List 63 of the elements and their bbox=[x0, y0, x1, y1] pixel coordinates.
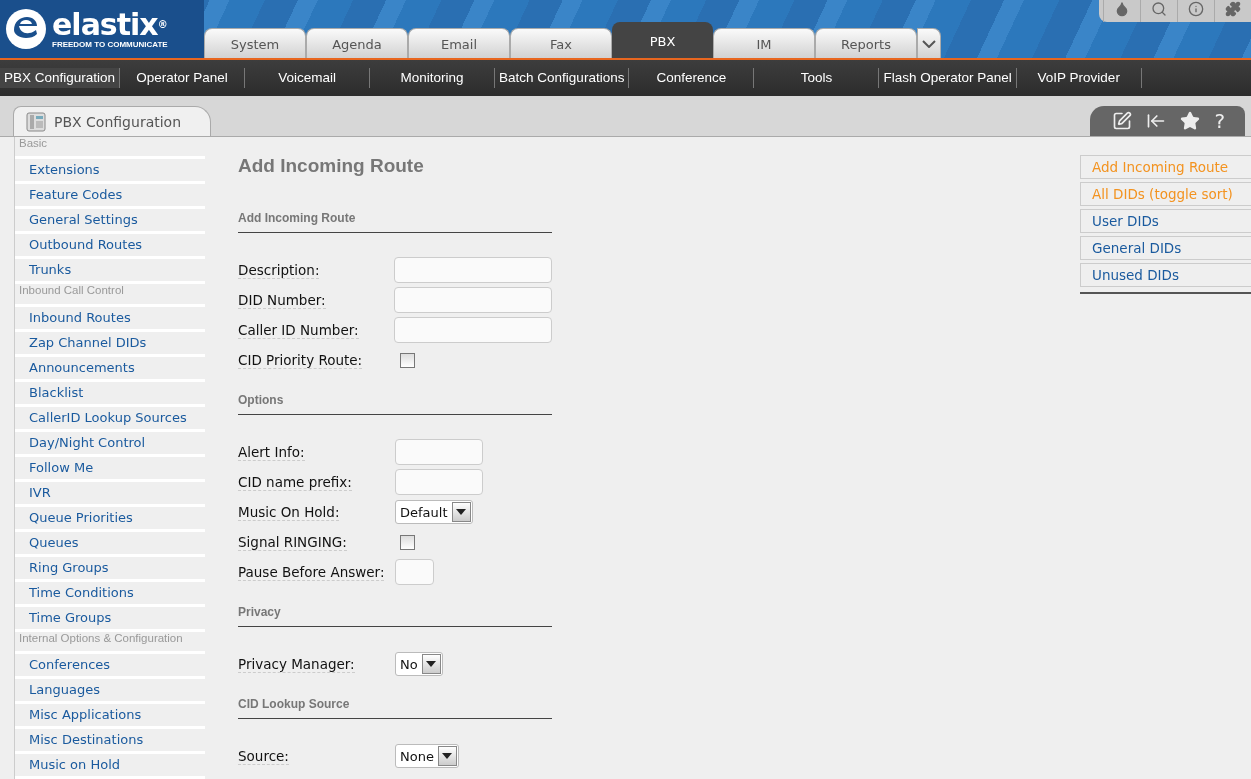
logo-tagline: FREEDOM TO COMMUNICATE bbox=[52, 39, 168, 49]
side-menu-link[interactable]: User DIDs bbox=[1080, 209, 1251, 233]
sidebar-heading: Basic bbox=[15, 137, 205, 160]
star-icon[interactable] bbox=[1180, 111, 1201, 131]
dropdown[interactable]: No bbox=[395, 652, 443, 676]
field-label: Music On Hold: bbox=[238, 504, 340, 521]
section-title: Options bbox=[238, 393, 552, 415]
help-button[interactable]: ? bbox=[1214, 109, 1225, 133]
side-menu-link[interactable]: Unused DIDs bbox=[1080, 263, 1251, 287]
text-input[interactable] bbox=[395, 559, 434, 585]
field-label: CID Priority Route: bbox=[238, 352, 363, 369]
sidebar-heading: Inbound Call Control bbox=[15, 284, 205, 307]
main-tab[interactable]: System bbox=[204, 28, 306, 58]
dropdown[interactable]: None bbox=[395, 744, 459, 768]
main-tab[interactable]: Reports bbox=[815, 28, 917, 58]
caret-icon bbox=[456, 509, 466, 515]
menu-item[interactable]: Operator Panel bbox=[120, 68, 246, 88]
section-title: CID Lookup Source bbox=[238, 697, 552, 719]
sidebar-heading: Internal Options & Configuration bbox=[15, 631, 205, 654]
field-label: DID Number: bbox=[238, 292, 326, 309]
text-input[interactable] bbox=[394, 257, 552, 283]
dropdown[interactable]: Default bbox=[395, 500, 473, 524]
side-menu-link[interactable]: General DIDs bbox=[1080, 236, 1251, 260]
menu-item[interactable]: Tools bbox=[754, 68, 880, 88]
caret-icon bbox=[426, 661, 437, 667]
logo-text: elastix® bbox=[52, 9, 168, 40]
main-tab[interactable]: Fax bbox=[510, 28, 612, 58]
menu-item[interactable]: Monitoring bbox=[370, 68, 496, 88]
main-tab[interactable]: Agenda bbox=[306, 28, 408, 58]
field-label: Caller ID Number: bbox=[238, 322, 359, 339]
edit-icon[interactable] bbox=[1112, 111, 1133, 131]
section-title: Add Incoming Route bbox=[238, 211, 552, 233]
main-tab[interactable]: Email bbox=[408, 28, 510, 58]
menu-item[interactable]: Voicemail bbox=[245, 68, 371, 88]
logo-icon bbox=[4, 7, 48, 51]
page-title: Add Incoming Route bbox=[238, 155, 425, 177]
text-input[interactable] bbox=[394, 287, 552, 313]
chevron-down-icon bbox=[922, 39, 936, 48]
menu-item[interactable]: Conference bbox=[629, 68, 755, 88]
text-input[interactable] bbox=[395, 439, 483, 465]
field-label: Privacy Manager: bbox=[238, 656, 355, 673]
menu-item[interactable]: Batch Configurations bbox=[495, 68, 630, 88]
field-label: Signal RINGING: bbox=[238, 534, 347, 551]
menu-item[interactable]: Flash Operator Panel bbox=[879, 68, 1017, 88]
arrow-to-line-icon[interactable] bbox=[1146, 111, 1167, 131]
text-input[interactable] bbox=[394, 317, 552, 343]
text-input[interactable] bbox=[395, 469, 483, 495]
menu-item[interactable]: PBX Configuration bbox=[0, 68, 121, 88]
field-label: Alert Info: bbox=[238, 444, 305, 461]
caret-icon bbox=[442, 753, 453, 759]
field-label: CID name prefix: bbox=[238, 474, 352, 491]
field-label: Pause Before Answer: bbox=[238, 564, 385, 581]
menu-item[interactable]: VoIP Provider bbox=[1016, 68, 1142, 88]
checkbox[interactable] bbox=[400, 352, 415, 368]
section-title: Privacy bbox=[238, 605, 552, 627]
module-tab[interactable]: PBX Configuration bbox=[13, 106, 211, 136]
checkbox[interactable] bbox=[400, 534, 415, 550]
main-tab[interactable]: IM bbox=[713, 28, 815, 58]
field-label: Source: bbox=[238, 748, 289, 765]
field-label: Description: bbox=[238, 262, 320, 279]
main-tab[interactable]: PBX bbox=[612, 22, 713, 58]
module-title: PBX Configuration bbox=[54, 113, 182, 130]
more-tabs-button[interactable] bbox=[917, 28, 941, 58]
